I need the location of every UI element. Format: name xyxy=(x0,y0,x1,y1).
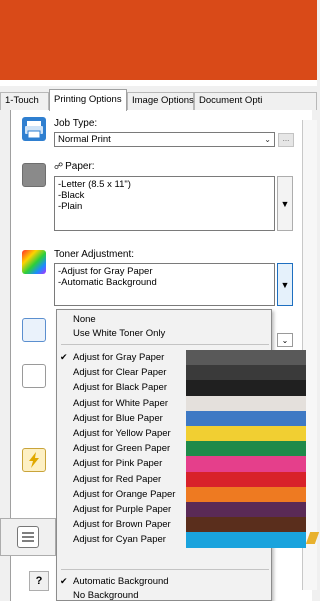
menu-item-label: Adjust for Purple Paper xyxy=(73,504,172,515)
menu-item-label: Adjust for Red Paper xyxy=(73,473,162,485)
paper-color-swatch xyxy=(186,410,306,427)
job-type-value: Normal Print xyxy=(58,134,111,145)
blank-option-icon xyxy=(22,364,46,388)
paper-lock-icon: ☍ xyxy=(54,161,64,171)
tab-printing-options[interactable]: Printing Options xyxy=(49,89,127,111)
hidden-dropdown-button[interactable]: ⌄ xyxy=(277,333,293,347)
paper-dropdown-button[interactable]: ▼ xyxy=(277,176,293,231)
paper-color-swatch xyxy=(186,532,306,549)
menu-item-label: None xyxy=(73,314,96,325)
menu-item-white-toner-only[interactable]: Use White Toner Only xyxy=(57,327,271,340)
paper-color-swatch xyxy=(186,456,306,473)
toner-color-icon xyxy=(22,250,46,274)
tab-document-options[interactable]: Document Opti xyxy=(194,92,317,110)
toner-summary[interactable]: -Adjust for Gray Paper -Automatic Backgr… xyxy=(54,263,275,306)
check-icon: ✔ xyxy=(60,576,68,586)
paper-color-swatch xyxy=(186,502,306,518)
job-type-label: Job Type: xyxy=(54,118,98,129)
menu-item-none[interactable]: None xyxy=(57,313,271,326)
paper-color-swatch xyxy=(186,426,306,442)
menu-item-label: Adjust for Gray Paper xyxy=(73,352,165,363)
paper-color-swatch xyxy=(186,365,306,381)
toner-background: -Automatic Background xyxy=(58,277,157,288)
toner-dropdown-button[interactable]: ▼ xyxy=(277,263,293,306)
menu-item-automatic-background[interactable]: ✔ Automatic Background xyxy=(57,575,271,588)
job-type-select[interactable]: Normal Print ⌄ xyxy=(54,132,275,147)
help-button[interactable]: ? xyxy=(29,571,49,591)
chevron-down-icon: ⌄ xyxy=(264,135,271,144)
paper-label-text: Paper: xyxy=(65,161,95,172)
toner-paper-adjustment: -Adjust for Gray Paper xyxy=(58,266,153,277)
caret-down-icon: ▼ xyxy=(280,279,290,290)
menu-item-label: Adjust for White Paper xyxy=(73,397,169,409)
menu-item-label: No Background xyxy=(73,590,139,601)
summary-button[interactable] xyxy=(0,518,56,556)
header-banner xyxy=(0,0,317,80)
check-icon: ✔ xyxy=(60,352,68,362)
paper-color-swatch xyxy=(186,486,306,503)
menu-item-no-background[interactable]: No Background xyxy=(57,589,271,601)
caret-down-icon: ▼ xyxy=(280,198,290,209)
lightning-icon xyxy=(22,448,46,472)
menu-item-label: Adjust for Cyan Paper xyxy=(73,534,166,546)
menu-item-label: Adjust for Blue Paper xyxy=(73,412,163,424)
printer-icon xyxy=(22,117,46,141)
menu-item-label: Adjust for Pink Paper xyxy=(73,458,163,470)
paper-color: -Black xyxy=(58,190,85,201)
paper-color-icon xyxy=(22,163,46,187)
menu-separator xyxy=(61,569,269,570)
tab-1-touch[interactable]: 1-Touch xyxy=(0,92,49,110)
paper-color-swatch xyxy=(186,395,306,412)
paper-size: -Letter (8.5 x 11") xyxy=(58,179,131,190)
paper-color-swatch xyxy=(186,471,306,488)
toner-label: Toner Adjustment: xyxy=(54,249,135,260)
menu-separator xyxy=(61,344,269,345)
paper-type: -Plain xyxy=(58,201,83,212)
paper-label: ☍ Paper: xyxy=(54,161,95,172)
tab-bar: 1-Touch Printing Options Image Options D… xyxy=(0,86,317,111)
menu-item-label: Adjust for Green Paper xyxy=(73,443,171,455)
chevron-down-icon: ⌄ xyxy=(281,335,289,345)
menu-item-label: Adjust for Clear Paper xyxy=(73,367,167,379)
menu-item-label: Adjust for Black Paper xyxy=(73,382,167,394)
menu-item-label: Adjust for Yellow Paper xyxy=(73,428,171,439)
paper-color-swatch xyxy=(186,517,306,533)
menu-item-label: Adjust for Brown Paper xyxy=(73,519,171,531)
menu-item-label: Use White Toner Only xyxy=(73,328,166,339)
layout-icon xyxy=(22,318,46,342)
menu-item-label: Automatic Background xyxy=(73,576,169,587)
job-type-more-button[interactable]: ... xyxy=(278,133,294,147)
paper-color-swatch xyxy=(186,380,306,397)
menu-item-label: Adjust for Orange Paper xyxy=(73,488,176,500)
paper-color-swatch xyxy=(186,350,306,366)
tab-image-options[interactable]: Image Options xyxy=(127,92,194,110)
help-icon: ? xyxy=(35,575,43,587)
paper-summary[interactable]: -Letter (8.5 x 11") -Black -Plain xyxy=(54,176,275,231)
list-icon xyxy=(17,526,39,548)
paper-color-swatch xyxy=(186,441,306,457)
